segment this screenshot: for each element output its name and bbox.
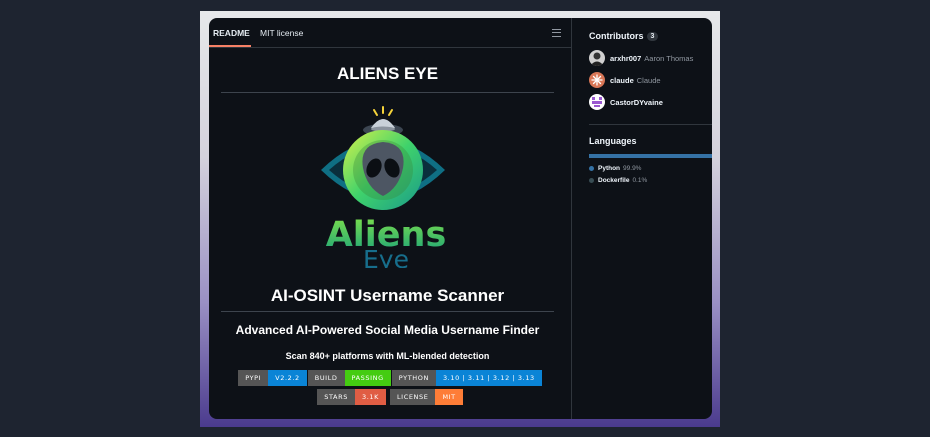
language-color-dot xyxy=(589,178,594,183)
contributor-castordyvaine[interactable]: CastorDYvaine xyxy=(589,94,663,110)
claude-logo-icon xyxy=(591,74,603,86)
repository-sidebar: Contributors 3 arxhr007 Aaron Thomas clau… xyxy=(572,18,712,419)
readme-panel: README MIT license ALIENS EYE Aliens Eye… xyxy=(209,18,572,419)
badges-row-2: STARS 3.1K LICENSE MIT xyxy=(209,389,571,405)
tab-readme-underline xyxy=(209,45,251,47)
stars-badge[interactable]: STARS 3.1K xyxy=(317,389,386,405)
avatar xyxy=(589,50,605,66)
title-divider xyxy=(221,92,554,93)
languages-heading: Languages xyxy=(589,136,637,146)
language-python[interactable]: Python 99.9% xyxy=(589,165,641,172)
table-of-contents-icon[interactable] xyxy=(552,29,561,37)
tab-mit-license[interactable]: MIT license xyxy=(260,18,303,47)
language-color-dot xyxy=(589,166,594,171)
license-badge[interactable]: LICENSE MIT xyxy=(389,389,463,405)
readme-tagline: Scan 840+ platforms with ML-blended dete… xyxy=(285,351,490,361)
alien-eye-icon: Aliens Eye xyxy=(321,106,446,274)
contributors-count: 3 xyxy=(646,32,659,41)
tab-readme[interactable]: README xyxy=(213,18,250,47)
build-badge[interactable]: BUILD PASSING xyxy=(307,370,391,386)
contributor-claude[interactable]: claude Claude xyxy=(589,72,661,88)
avatar xyxy=(589,94,605,110)
readme-heading: AI-OSINT Username Scanner xyxy=(270,286,505,305)
aliens-eye-logo: Aliens Eye xyxy=(311,104,461,274)
heading-divider xyxy=(221,311,554,312)
contributors-heading[interactable]: Contributors 3 xyxy=(589,31,659,41)
identicon-icon xyxy=(592,97,602,107)
readme-subtitle: Advanced AI-Powered Social Media Usernam… xyxy=(235,323,540,337)
language-bar-python xyxy=(589,154,712,158)
sidebar-divider xyxy=(589,124,712,125)
repository-window: README MIT license ALIENS EYE Aliens Eye… xyxy=(209,18,712,419)
svg-text:Eye: Eye xyxy=(363,245,409,268)
readme-title: ALIENS EYE xyxy=(336,64,439,83)
avatar xyxy=(589,72,605,88)
pypi-badge[interactable]: PYPI V2.2.2 xyxy=(238,370,307,386)
language-dockerfile[interactable]: Dockerfile 0.1% xyxy=(589,177,647,184)
contributor-arxhr007[interactable]: arxhr007 Aaron Thomas xyxy=(589,50,693,66)
language-bar xyxy=(589,154,712,158)
badges-row-1: PYPI V2.2.2 BUILD PASSING PYTHON 3.10 | … xyxy=(209,370,571,386)
python-badge[interactable]: PYTHON 3.10 | 3.11 | 3.12 | 3.13 xyxy=(391,370,542,386)
readme-tabs: README MIT license xyxy=(209,18,571,48)
